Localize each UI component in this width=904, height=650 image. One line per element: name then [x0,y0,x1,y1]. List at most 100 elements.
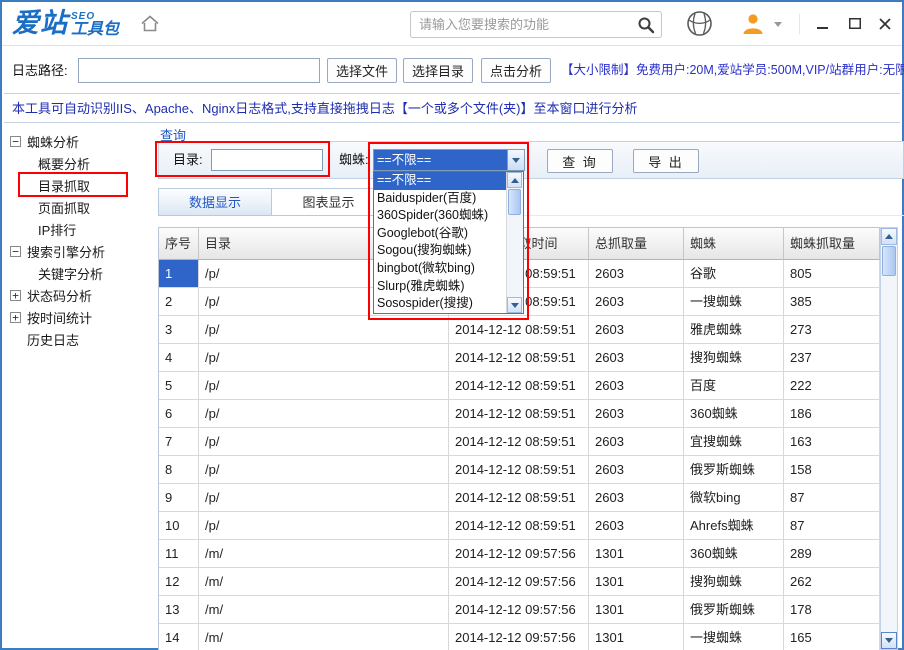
sidebar-item-page-crawl[interactable]: 页面抓取 [10,196,154,218]
table-cell: 1301 [589,624,684,650]
table-cell: /p/ [199,400,449,428]
search-input[interactable] [411,17,631,32]
tab-data-display[interactable]: 数据显示 [158,188,272,216]
table-row[interactable]: 7/p/2014-12-12 08:59:512603宜搜蜘蛛163 [159,428,880,456]
table-row[interactable]: 8/p/2014-12-12 08:59:512603俄罗斯蜘蛛158 [159,456,880,484]
table-cell: 2603 [589,484,684,512]
expand-icon[interactable]: + [10,312,21,323]
sidebar-tree: −蜘蛛分析概要分析目录抓取页面抓取IP排行−搜索引擎分析关键字分析+状态码分析+… [2,124,154,646]
dropdown-scrollbar[interactable] [506,172,523,313]
scroll-up-icon[interactable] [881,228,897,245]
chevron-down-icon[interactable] [774,22,782,27]
table-row[interactable]: 3/p/2014-12-12 08:59:512603雅虎蜘蛛273 [159,316,880,344]
table-cell: 2603 [589,512,684,540]
dropdown-option[interactable]: Slurp(雅虎蜘蛛) [374,278,506,296]
sidebar-item-summary-analysis[interactable]: 概要分析 [10,152,154,174]
sidebar-item-ip-rank[interactable]: IP排行 [10,218,154,240]
table-cell: 7 [159,428,199,456]
dir-input[interactable] [211,149,323,171]
table-row[interactable]: 11/m/2014-12-12 09:57:561301360蜘蛛289 [159,540,880,568]
table-row[interactable]: 9/p/2014-12-12 08:59:512603微软bing87 [159,484,880,512]
expand-icon[interactable]: + [10,290,21,301]
scroll-down-icon[interactable] [881,632,897,649]
table-row[interactable]: 6/p/2014-12-12 08:59:512603360蜘蛛186 [159,400,880,428]
table-cell: 2603 [589,428,684,456]
sidebar-item-time-stats[interactable]: +按时间统计 [10,306,154,328]
collapse-icon[interactable]: − [10,246,21,257]
maximize-button[interactable] [844,15,866,33]
table-cell: 百度 [684,372,784,400]
sidebar-item-dir-crawl[interactable]: 目录抓取 [10,174,154,196]
table-row[interactable]: 14/m/2014-12-12 09:57:561301一搜蜘蛛165 [159,624,880,650]
analyze-button[interactable]: 点击分析 [481,58,551,83]
select-file-button[interactable]: 选择文件 [327,58,397,83]
log-path-input[interactable] [78,58,320,83]
sidebar-item-spider-analysis[interactable]: −蜘蛛分析 [10,130,154,152]
table-cell: /m/ [199,568,449,596]
sidebar-item-label: 搜索引擎分析 [27,242,105,261]
export-button[interactable]: 导 出 [633,149,699,173]
dropdown-scroll-up-icon[interactable] [507,172,522,188]
minimize-button[interactable] [812,15,834,33]
query-section-label[interactable]: 查询 [160,125,186,144]
dropdown-option[interactable]: ==不限== [374,172,506,190]
sidebar-item-history-log[interactable]: 历史日志 [10,328,154,350]
tab-chart-display[interactable]: 图表显示 [272,188,386,216]
sidebar-item-status-code[interactable]: +状态码分析 [10,284,154,306]
tab-strip: 数据显示图表显示 [158,188,904,216]
table-cell: 1301 [589,568,684,596]
table-row[interactable]: 5/p/2014-12-12 08:59:512603百度222 [159,372,880,400]
table-cell: 2014-12-12 08:59:51 [449,372,589,400]
table-cell: 158 [784,456,880,484]
globe-icon[interactable] [686,10,713,42]
scrollbar-thumb[interactable] [882,246,896,276]
dropdown-scrollbar-thumb[interactable] [508,189,521,215]
table-row[interactable]: 12/m/2014-12-12 09:57:561301搜狗蜘蛛262 [159,568,880,596]
table-cell: 237 [784,344,880,372]
dropdown-options: ==不限==Baiduspider(百度)360Spider(360蜘蛛)Goo… [374,172,506,313]
column-header: 蜘蛛抓取量 [784,228,880,260]
collapse-icon[interactable]: − [10,136,21,147]
dropdown-option[interactable]: Googlebot(谷歌) [374,225,506,243]
table-row[interactable]: 13/m/2014-12-12 09:57:561301俄罗斯蜘蛛178 [159,596,880,624]
table-cell: 1 [159,260,199,288]
log-toolbar: 日志路径: 选择文件 选择目录 点击分析 【大小限制】免费用户:20M,爱站学员… [4,47,900,94]
table-cell: 2603 [589,400,684,428]
table-row[interactable]: 10/p/2014-12-12 08:59:512603Ahrefs蜘蛛87 [159,512,880,540]
spider-select-value: ==不限== [374,150,507,170]
combo-arrow-icon[interactable] [507,150,524,170]
table-cell: 2014-12-12 09:57:56 [449,540,589,568]
titlebar-divider [799,14,800,34]
table-row[interactable]: 4/p/2014-12-12 08:59:512603搜狗蜘蛛237 [159,344,880,372]
table-cell: 805 [784,260,880,288]
dropdown-option[interactable]: Sosospider(搜搜) [374,295,506,313]
table-cell: /p/ [199,372,449,400]
dropdown-option[interactable]: 360Spider(360蜘蛛) [374,207,506,225]
dropdown-option[interactable]: Baiduspider(百度) [374,190,506,208]
logo-text-secondary: 工具包 [71,22,119,38]
table-cell: 雅虎蜘蛛 [684,316,784,344]
dropdown-option[interactable]: Sogou(搜狗蜘蛛) [374,242,506,260]
table-cell: 163 [784,428,880,456]
close-button[interactable] [874,15,896,33]
table-scrollbar[interactable] [880,227,898,650]
sidebar-item-label: 蜘蛛分析 [27,132,79,151]
dropdown-option[interactable]: bingbot(微软bing) [374,260,506,278]
table-cell: 1301 [589,540,684,568]
sidebar-item-keyword-analysis[interactable]: 关键字分析 [10,262,154,284]
sidebar-item-label: 关键字分析 [38,264,103,283]
table-cell: 178 [784,596,880,624]
search-icon[interactable] [631,16,661,34]
query-button[interactable]: 查 询 [547,149,613,173]
table-cell: 11 [159,540,199,568]
spider-select[interactable]: ==不限== [373,149,525,171]
table-cell: 87 [784,484,880,512]
logo-text-primary: 爱站 [12,8,68,38]
query-bar: 目录: 蜘蛛: ==不限== 查 询 导 出 [158,141,904,179]
sidebar-item-label: 历史日志 [27,330,79,349]
home-icon[interactable] [140,14,162,34]
sidebar-item-engine-analysis[interactable]: −搜索引擎分析 [10,240,154,262]
select-dir-button[interactable]: 选择目录 [403,58,473,83]
dropdown-scroll-down-icon[interactable] [507,297,522,313]
user-icon[interactable] [740,12,766,41]
